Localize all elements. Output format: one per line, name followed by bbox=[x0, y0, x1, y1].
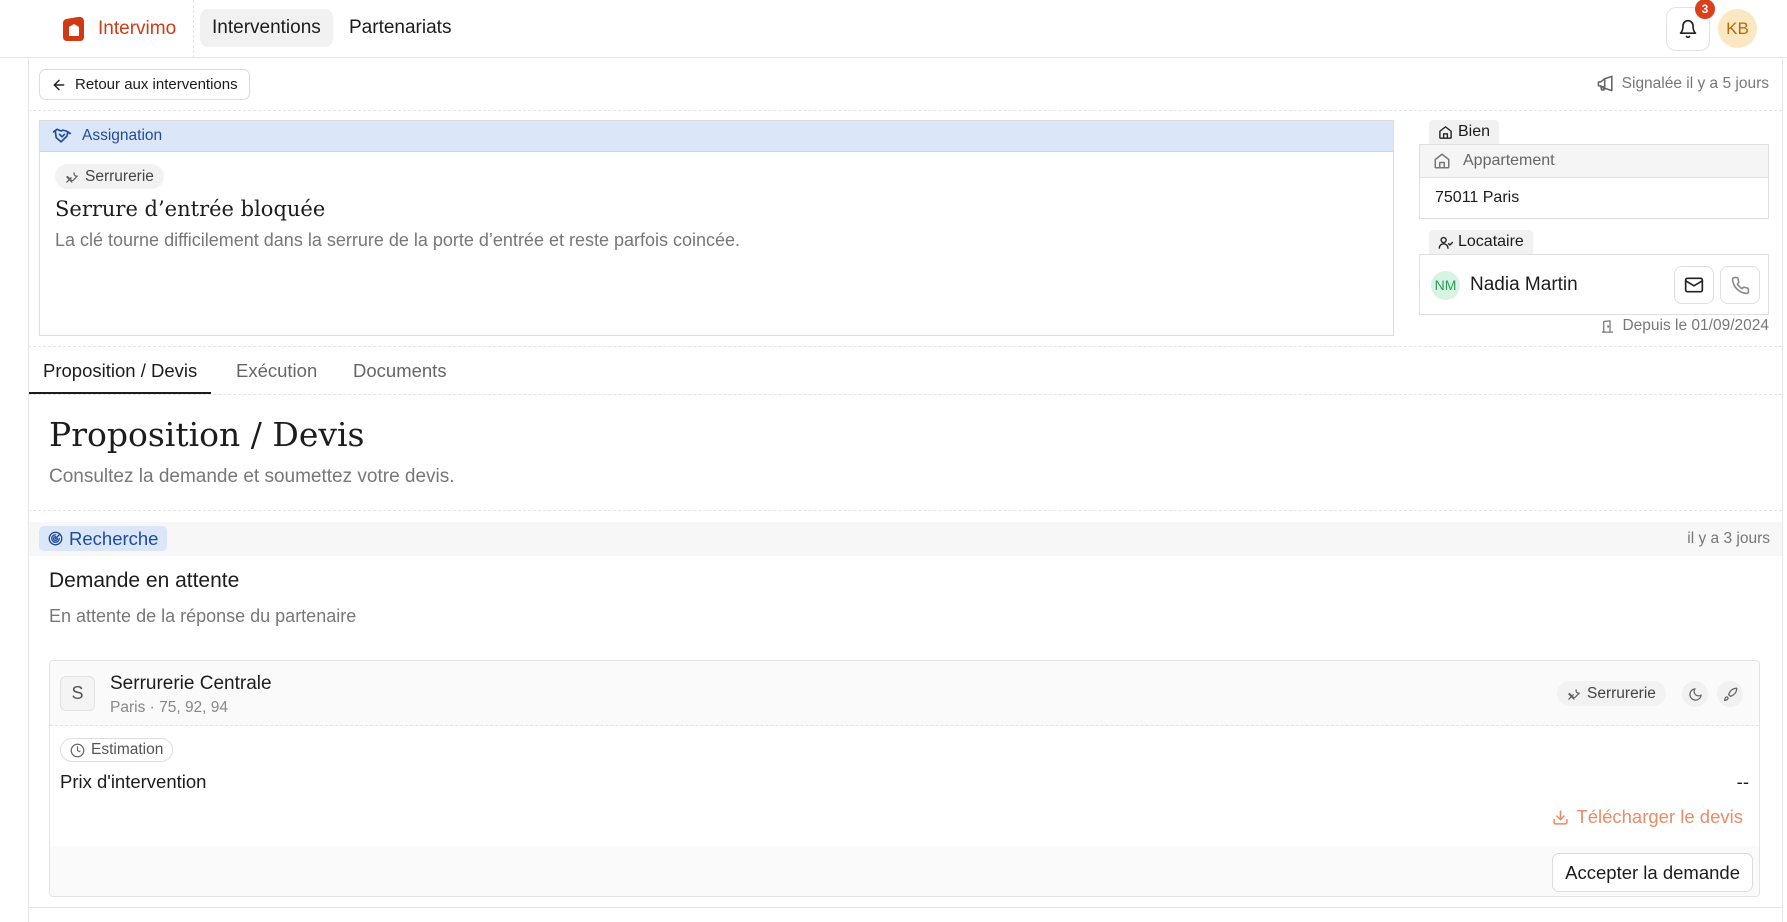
accept-request-button[interactable]: Accepter la demande bbox=[1552, 853, 1753, 892]
brand-name: Intervimo bbox=[98, 18, 177, 39]
urgent-indicator bbox=[1717, 681, 1743, 707]
mail-icon bbox=[1684, 275, 1704, 295]
radar-icon bbox=[48, 531, 63, 546]
tenant-since: Depuis le 01/09/2024 bbox=[1600, 317, 1769, 335]
partner-category-label: Serrurerie bbox=[1587, 684, 1656, 702]
partner-name[interactable]: Serrurerie Centrale bbox=[110, 673, 272, 695]
wrench-icon bbox=[1567, 686, 1582, 701]
wrench-icon bbox=[65, 169, 80, 184]
brand[interactable]: Intervimo bbox=[60, 14, 176, 44]
nav-item-partenariats[interactable]: Partenariats bbox=[337, 9, 463, 47]
status-label: Recherche bbox=[69, 527, 159, 549]
door-icon bbox=[1600, 319, 1615, 334]
request-description: La clé tourne difficilement dans la serr… bbox=[55, 230, 741, 250]
rocket-icon bbox=[1723, 687, 1738, 702]
estimation-chip: Estimation bbox=[60, 738, 174, 762]
partner-footer: Accepter la demande bbox=[50, 846, 1759, 896]
status-chip: Recherche bbox=[39, 526, 168, 551]
tab-documents[interactable]: Documents bbox=[339, 360, 461, 394]
download-quote-label: Télécharger le devis bbox=[1576, 806, 1743, 827]
nav-divider bbox=[193, 0, 194, 58]
property-label: Bien bbox=[1429, 120, 1500, 144]
content-frame-left-border bbox=[28, 58, 29, 922]
request-title: Serrure d’entrée bloquée bbox=[55, 197, 326, 221]
back-to-interventions-button[interactable]: Retour aux interventions bbox=[39, 69, 250, 100]
tenant-label-text: Locataire bbox=[1458, 233, 1524, 250]
divider bbox=[28, 346, 1782, 347]
home-icon bbox=[1433, 152, 1451, 170]
tenant-since-label: Depuis le 01/09/2024 bbox=[1622, 317, 1769, 334]
pending-title: Demande en attente bbox=[49, 569, 240, 592]
price-label: Prix d'intervention bbox=[60, 771, 207, 792]
tenant-label: Locataire bbox=[1429, 230, 1533, 254]
handshake-icon bbox=[52, 126, 72, 146]
pending-subtitle: En attente de la réponse du partenaire bbox=[49, 606, 357, 626]
assignation-label: Assignation bbox=[82, 127, 163, 144]
category-chip: Serrurerie bbox=[55, 164, 164, 189]
property-type: Appartement bbox=[1463, 152, 1555, 169]
phone-icon bbox=[1731, 276, 1750, 295]
reported-info: Signalée il y a 5 jours bbox=[1596, 74, 1769, 93]
logo-icon bbox=[60, 15, 88, 43]
property-box: Appartement 75011 Paris bbox=[1419, 144, 1769, 219]
moon-icon bbox=[1688, 687, 1703, 702]
property-city: 75011 Paris bbox=[1435, 189, 1520, 206]
partner-avatar: S bbox=[60, 676, 95, 711]
content-frame-right-border bbox=[1782, 58, 1783, 922]
status-band: Recherche il y a 3 jours bbox=[29, 522, 1782, 556]
download-quote-link[interactable]: Télécharger le devis bbox=[1552, 806, 1743, 828]
tab-proposition-devis[interactable]: Proposition / Devis bbox=[29, 360, 212, 394]
divider bbox=[28, 907, 1782, 908]
status-time: il y a 3 jours bbox=[1687, 530, 1770, 547]
nav-item-interventions[interactable]: Interventions bbox=[200, 9, 333, 47]
call-tenant-button[interactable] bbox=[1720, 266, 1760, 304]
divider bbox=[28, 110, 1782, 111]
top-navigation-bar: Intervimo Interventions Partenariats 3 K… bbox=[0, 0, 1787, 58]
property-label-text: Bien bbox=[1458, 123, 1491, 140]
partner-category-chip: Serrurerie bbox=[1557, 681, 1666, 706]
price-value: -- bbox=[1736, 771, 1749, 792]
email-tenant-button[interactable] bbox=[1674, 266, 1714, 304]
estimation-label: Estimation bbox=[91, 741, 164, 758]
partner-card: S Serrurerie Centrale Paris · 75, 92, 94… bbox=[49, 660, 1760, 897]
user-avatar[interactable]: KB bbox=[1718, 9, 1757, 48]
back-button-label: Retour aux interventions bbox=[75, 76, 238, 93]
property-type-row: Appartement bbox=[1420, 145, 1768, 178]
reported-label: Signalée il y a 5 jours bbox=[1621, 74, 1769, 92]
tenant-avatar: NM bbox=[1431, 271, 1460, 300]
night-availability-indicator bbox=[1682, 681, 1708, 707]
clock-icon bbox=[70, 743, 85, 758]
notification-count-badge: 3 bbox=[1695, 0, 1715, 19]
assignation-header: Assignation bbox=[40, 121, 1393, 152]
divider bbox=[28, 394, 1782, 395]
request-card: Assignation Serrurerie Serrure d’entrée … bbox=[39, 120, 1394, 336]
user-icon bbox=[1438, 235, 1453, 250]
partner-zone: Paris · 75, 92, 94 bbox=[110, 699, 229, 716]
download-icon bbox=[1552, 809, 1569, 826]
home-icon bbox=[1438, 125, 1453, 140]
section-subtitle: Consultez la demande et soumettez votre … bbox=[49, 466, 455, 487]
partner-header: S Serrurerie Centrale Paris · 75, 92, 94… bbox=[50, 661, 1759, 726]
divider bbox=[28, 510, 1782, 511]
megaphone-icon bbox=[1596, 74, 1615, 93]
tenant-name: Nadia Martin bbox=[1470, 274, 1578, 295]
tab-execution[interactable]: Exécution bbox=[222, 360, 331, 394]
arrow-left-icon bbox=[51, 77, 67, 93]
bell-icon bbox=[1678, 19, 1698, 39]
section-title: Proposition / Devis bbox=[49, 415, 365, 454]
category-label: Serrurerie bbox=[85, 167, 154, 185]
tenant-box: NM Nadia Martin bbox=[1419, 254, 1769, 315]
